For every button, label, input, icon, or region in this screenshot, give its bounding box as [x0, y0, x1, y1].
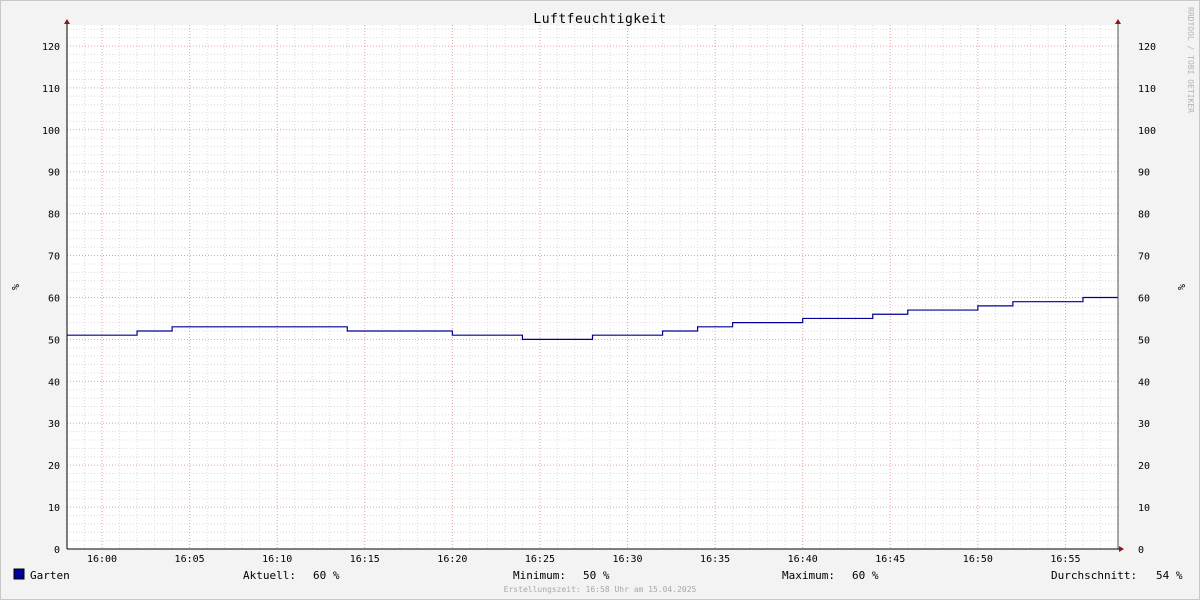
y-tick-label-left: 30	[48, 419, 60, 430]
creation-time: Erstellungszeit: 16:58 Uhr am 15.04.2025	[504, 585, 697, 594]
y-tick-label-right: 120	[1138, 42, 1156, 53]
y-tick-label-right: 50	[1138, 335, 1150, 346]
y-tick-label-right: 20	[1138, 461, 1150, 472]
x-axis-arrow	[1119, 546, 1124, 552]
y-tick-label-left: 10	[48, 503, 60, 514]
chart-title: Luftfeuchtigkeit	[533, 12, 666, 27]
y-tick-label-left: 0	[54, 545, 60, 556]
x-tick-label: 16:00	[87, 554, 117, 565]
watermark: RRDTOOL / TOBI OETIKER	[1186, 7, 1195, 113]
y-tick-label-right: 10	[1138, 503, 1150, 514]
y-axis-unit-left: %	[9, 284, 20, 290]
y-tick-label-left: 70	[48, 252, 60, 263]
y-tick-label-right: 70	[1138, 252, 1150, 263]
legend-maximum-label: Maximum:	[782, 569, 835, 582]
x-tick-label: 16:55	[1050, 554, 1080, 565]
x-tick-label: 16:45	[875, 554, 905, 565]
legend-aktuell-label: Aktuell:	[243, 569, 296, 582]
x-tick-label: 16:35	[700, 554, 730, 565]
y-tick-label-left: 50	[48, 335, 60, 346]
y-tick-label-left: 40	[48, 377, 60, 388]
legend-durchschnitt-value: 54 %	[1156, 569, 1183, 582]
legend-maximum-value: 60 %	[852, 569, 879, 582]
y-tick-label-left: 90	[48, 168, 60, 179]
y-axis-unit-right: %	[1175, 284, 1186, 290]
x-tick-label: 16:15	[350, 554, 380, 565]
y-tick-label-right: 100	[1138, 126, 1156, 137]
y-tick-label-left: 60	[48, 293, 60, 304]
legend-swatch	[13, 568, 25, 580]
x-tick-label: 16:25	[525, 554, 555, 565]
y-tick-label-left: 100	[42, 126, 60, 137]
x-tick-label: 16:05	[175, 554, 205, 565]
x-tick-label: 16:20	[437, 554, 467, 565]
legend-minimum-value: 50 %	[583, 569, 610, 582]
y-tick-label-right: 40	[1138, 377, 1150, 388]
x-tick-label: 16:10	[262, 554, 292, 565]
y-axis-arrow-left	[64, 19, 70, 24]
y-tick-label-left: 110	[42, 84, 60, 95]
legend-aktuell-value: 60 %	[313, 569, 340, 582]
x-tick-label: 16:50	[963, 554, 993, 565]
y-tick-label-right: 0	[1138, 545, 1144, 556]
y-tick-label-left: 20	[48, 461, 60, 472]
x-tick-label: 16:40	[788, 554, 818, 565]
y-tick-label-right: 90	[1138, 168, 1150, 179]
y-tick-label-right: 60	[1138, 293, 1150, 304]
legend-durchschnitt-label: Durchschnitt:	[1051, 569, 1137, 582]
humidity-chart: 0 0 10 10 20 20 30 30 40 40 50 50 60 60 70 70 80 80 90 90 10…	[9, 7, 1195, 594]
legend-minimum-label: Minimum:	[513, 569, 566, 582]
y-tick-label-right: 30	[1138, 419, 1150, 430]
y-axis-arrow-right	[1115, 19, 1121, 24]
legend-series-name: Garten	[30, 569, 70, 582]
y-tick-label-left: 120	[42, 42, 60, 53]
y-tick-label-right: 110	[1138, 84, 1156, 95]
y-tick-label-left: 80	[48, 210, 60, 221]
y-tick-label-right: 80	[1138, 210, 1150, 221]
x-tick-label: 16:30	[612, 554, 642, 565]
